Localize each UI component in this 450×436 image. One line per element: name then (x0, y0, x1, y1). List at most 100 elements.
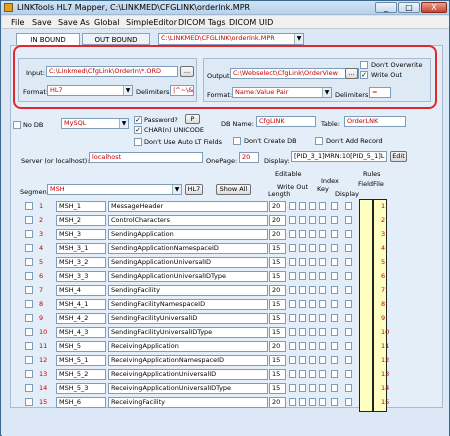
db-engine-select[interactable]: MySQL ▼ (61, 118, 129, 129)
index-checkbox[interactable] (309, 216, 316, 224)
field-length[interactable]: 15 (269, 327, 286, 338)
writeout-checkbox[interactable] (299, 398, 306, 406)
field-name[interactable]: SendingFacilityUniversalIDType (108, 327, 268, 338)
table-field[interactable]: OrderLNK (344, 116, 406, 127)
display2-checkbox[interactable] (345, 286, 352, 294)
key-checkbox[interactable] (319, 398, 326, 406)
row-select-checkbox[interactable] (25, 314, 33, 322)
tab-outbound[interactable]: OUT BOUND (82, 33, 150, 45)
display-checkbox[interactable] (331, 244, 338, 252)
index-checkbox[interactable] (309, 258, 316, 266)
index-checkbox[interactable] (309, 342, 316, 350)
minimize-button[interactable]: _ (375, 2, 397, 13)
writeout-checkbox[interactable] (299, 370, 306, 378)
editable-checkbox[interactable] (289, 314, 296, 322)
display2-checkbox[interactable] (345, 370, 352, 378)
title-bar[interactable]: LINKTools HL7 Mapper, C:\LINKMED\CFGLINK… (1, 1, 449, 15)
index-checkbox[interactable] (309, 272, 316, 280)
editable-checkbox[interactable] (289, 216, 296, 224)
menu-dicom-tags[interactable]: DICOM Tags (178, 18, 226, 27)
display-edit-button[interactable]: Edit (390, 151, 407, 162)
field-name[interactable]: SendingFacility (108, 285, 268, 296)
key-checkbox[interactable] (319, 202, 326, 210)
index-checkbox[interactable] (309, 370, 316, 378)
display-checkbox[interactable] (331, 202, 338, 210)
index-checkbox[interactable] (309, 286, 316, 294)
dont-use-auto-lt-checkbox[interactable] (134, 138, 142, 146)
output-browse-button[interactable]: ... (345, 68, 358, 79)
index-checkbox[interactable] (309, 384, 316, 392)
row-select-checkbox[interactable] (25, 258, 33, 266)
field-name[interactable]: SendingApplicationUniversalID (108, 257, 268, 268)
display-checkbox[interactable] (331, 272, 338, 280)
editable-checkbox[interactable] (289, 342, 296, 350)
maximize-button[interactable]: □ (398, 2, 420, 13)
editable-checkbox[interactable] (289, 258, 296, 266)
key-checkbox[interactable] (319, 258, 326, 266)
dont-add-record-checkbox[interactable] (315, 137, 323, 145)
output-format-select[interactable]: Name:Value Pair ▼ (232, 87, 332, 98)
key-checkbox[interactable] (319, 300, 326, 308)
field-code[interactable]: MSH_1 (56, 201, 106, 212)
writeout-checkbox[interactable] (299, 356, 306, 364)
output-delimiters-field[interactable]: = (369, 87, 391, 98)
field-name[interactable]: ControlCharacters (108, 215, 268, 226)
display-checkbox[interactable] (331, 356, 338, 364)
display-checkbox[interactable] (331, 216, 338, 224)
index-checkbox[interactable] (309, 328, 316, 336)
field-code[interactable]: MSH_4 (56, 285, 106, 296)
write-out-checkbox[interactable]: ✓ (360, 71, 368, 79)
writeout-checkbox[interactable] (299, 342, 306, 350)
show-all-button[interactable]: Show All (216, 184, 251, 195)
field-length[interactable]: 15 (269, 313, 286, 324)
display-checkbox[interactable] (331, 342, 338, 350)
display2-checkbox[interactable] (345, 258, 352, 266)
key-checkbox[interactable] (319, 314, 326, 322)
field-code[interactable]: MSH_4_3 (56, 327, 106, 338)
index-checkbox[interactable] (309, 314, 316, 322)
db-name-field[interactable]: CfgLINK (256, 116, 316, 127)
key-checkbox[interactable] (319, 230, 326, 238)
field-length[interactable]: 15 (269, 383, 286, 394)
segment-select[interactable]: MSH ▼ (47, 184, 182, 195)
display2-checkbox[interactable] (345, 216, 352, 224)
row-select-checkbox[interactable] (25, 342, 33, 350)
close-button[interactable]: X (421, 2, 447, 13)
row-select-checkbox[interactable] (25, 328, 33, 336)
editable-checkbox[interactable] (289, 272, 296, 280)
display2-checkbox[interactable] (345, 202, 352, 210)
field-code[interactable]: MSH_5_2 (56, 369, 106, 380)
display-checkbox[interactable] (331, 384, 338, 392)
writeout-checkbox[interactable] (299, 244, 306, 252)
display-checkbox[interactable] (331, 370, 338, 378)
hl7-button[interactable]: HL7 (185, 184, 203, 195)
key-checkbox[interactable] (319, 370, 326, 378)
key-checkbox[interactable] (319, 328, 326, 336)
field-code[interactable]: MSH_5_3 (56, 383, 106, 394)
index-checkbox[interactable] (309, 300, 316, 308)
field-length[interactable]: 20 (269, 341, 286, 352)
display2-checkbox[interactable] (345, 244, 352, 252)
input-format-select[interactable]: HL7 ▼ (47, 85, 133, 96)
field-length[interactable]: 20 (269, 229, 286, 240)
field-code[interactable]: MSH_3 (56, 229, 106, 240)
display-checkbox[interactable] (331, 328, 338, 336)
key-checkbox[interactable] (319, 286, 326, 294)
editable-checkbox[interactable] (289, 300, 296, 308)
field-name[interactable]: ReceivingFacility (108, 397, 268, 408)
row-select-checkbox[interactable] (25, 230, 33, 238)
display-checkbox[interactable] (331, 286, 338, 294)
menu-dicom-uid[interactable]: DICOM UID (229, 18, 273, 27)
row-select-checkbox[interactable] (25, 370, 33, 378)
writeout-checkbox[interactable] (299, 216, 306, 224)
writeout-checkbox[interactable] (299, 314, 306, 322)
chevron-down-icon[interactable]: ▼ (322, 88, 331, 97)
field-code[interactable]: MSH_3_3 (56, 271, 106, 282)
field-code[interactable]: MSH_4_2 (56, 313, 106, 324)
key-checkbox[interactable] (319, 244, 326, 252)
field-name[interactable]: SendingFacilityNamespaceID (108, 299, 268, 310)
field-length[interactable]: 20 (269, 397, 286, 408)
row-select-checkbox[interactable] (25, 202, 33, 210)
editable-checkbox[interactable] (289, 202, 296, 210)
chevron-down-icon[interactable]: ▼ (294, 34, 303, 44)
